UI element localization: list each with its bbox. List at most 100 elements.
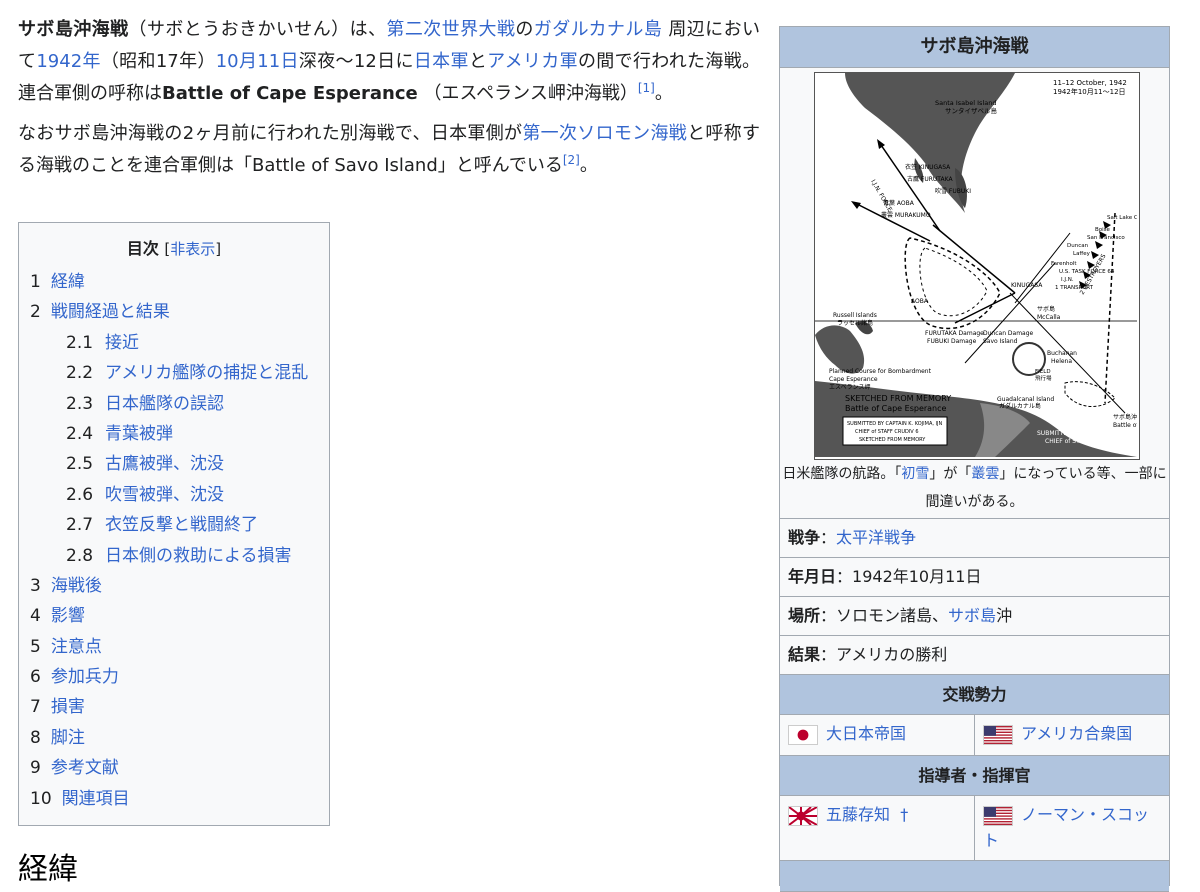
svg-text:SUBMITTED BY CAPTAIN K. KOJIMA: SUBMITTED BY CAPTAIN K. KOJIMA, IJN xyxy=(847,421,942,427)
toc-item[interactable]: 3 海戦後 xyxy=(30,571,320,601)
ref-1[interactable]: [1] xyxy=(638,81,655,95)
toc-item-link[interactable]: 吹雪被弾、沈没 xyxy=(105,485,224,505)
map-label: ラッセル諸島 xyxy=(837,319,873,327)
toc-hide-toggle[interactable]: 非表示 xyxy=(170,240,215,258)
toc-item[interactable]: 6 参加兵力 xyxy=(30,662,320,692)
infobox-row-date: 年月日：1942年10月11日 xyxy=(780,558,1169,597)
infobox-commanders-header: 指導者・指揮官 xyxy=(780,756,1169,796)
toc-item-link[interactable]: 海戦後 xyxy=(51,576,102,596)
map-label: Farenholt xyxy=(1051,261,1077,267)
toc-item-link[interactable]: 注意点 xyxy=(51,637,102,657)
link-savo-island[interactable]: サボ島 xyxy=(948,606,996,625)
toc-item[interactable]: 7 損害 xyxy=(30,692,320,722)
toc-item-number: 4 xyxy=(30,606,41,627)
toc-item-link[interactable]: 参加兵力 xyxy=(51,667,119,687)
link-goto-aritomo[interactable]: 五藤存知 xyxy=(826,805,890,824)
toc-item-link[interactable]: 経緯 xyxy=(51,272,85,292)
map-label: Duncan Damage xyxy=(983,330,1034,337)
link-usa[interactable]: アメリカ合衆国 xyxy=(1021,724,1132,743)
toc-item-number: 1 xyxy=(30,272,41,292)
infobox-title: サボ島沖海戦 xyxy=(780,27,1169,68)
map-label: 吹雪 FUBUKI xyxy=(935,187,971,195)
belligerent-japan: 大日本帝国 xyxy=(780,715,974,755)
toc-item[interactable]: 10 関連項目 xyxy=(30,784,320,814)
link-1942[interactable]: 1942年 xyxy=(36,51,100,72)
toc-item[interactable]: 2.6 吹雪被弾、沈没 xyxy=(30,480,320,510)
map-label: サボ島沖海戦 xyxy=(1113,413,1137,421)
toc-item-number: 5 xyxy=(30,636,41,657)
map-label: Battle of Cape Esperance xyxy=(1113,422,1137,429)
toc-item[interactable]: 8 脚注 xyxy=(30,723,320,753)
map-label: Planned Course for Bombardment xyxy=(829,368,932,375)
toc-item[interactable]: 1 経緯 xyxy=(30,267,320,297)
map-label: サボ島 xyxy=(1037,305,1055,313)
toc-item-number: 6 xyxy=(30,667,41,688)
toc-item-link[interactable]: 古鷹被弾、沈没 xyxy=(105,454,224,474)
map-label: Savo Island xyxy=(983,338,1018,345)
map-label: Salt Lake City xyxy=(1107,215,1137,221)
toc-item[interactable]: 4 影響 xyxy=(30,601,320,631)
svg-text:CHIEF of STAFF CRUDIV 6: CHIEF of STAFF CRUDIV 6 xyxy=(855,429,919,435)
ref-2[interactable]: [2] xyxy=(563,153,580,167)
link-pacific-war[interactable]: 太平洋戦争 xyxy=(836,528,916,547)
link-first-solomon[interactable]: 第一次ソロモン海戦 xyxy=(522,123,687,144)
toc-item-link[interactable]: 戦闘経過と結果 xyxy=(51,302,170,322)
belligerent-usa: アメリカ合衆国 xyxy=(974,715,1169,755)
link-oct11[interactable]: 10月11日 xyxy=(216,51,299,72)
link-japan-army[interactable]: 日本軍 xyxy=(414,51,469,72)
toc-item-number: 2.5 xyxy=(66,454,94,475)
link-guadalcanal[interactable]: ガダルカナル島 xyxy=(534,19,662,40)
toc-item[interactable]: 9 参考文献 xyxy=(30,753,320,783)
toc-item-number: 8 xyxy=(30,727,41,748)
map-label: FUBUKI Damage xyxy=(927,338,977,345)
toc-item-number: 2.4 xyxy=(66,423,94,444)
map-label: Boise xyxy=(1095,227,1111,233)
toc-item[interactable]: 2.4 青葉被弾 xyxy=(30,419,320,449)
map-label: Guadalcanal Island xyxy=(997,396,1054,403)
toc-item-link[interactable]: 関連項目 xyxy=(62,789,130,809)
toc-item[interactable]: 5 注意点 xyxy=(30,632,320,662)
link-hatsuyuki[interactable]: 初雪 xyxy=(901,466,929,482)
map-label: サンタイザベル島 xyxy=(945,106,998,115)
toc-item-number: 2.3 xyxy=(66,393,94,414)
toc-item[interactable]: 2.2 アメリカ艦隊の捕捉と混乱 xyxy=(30,358,320,388)
battle-map-image[interactable]: 11–12 October, 1942 1942年10月11〜12日 Santa… xyxy=(814,72,1140,460)
link-us-army[interactable]: アメリカ軍 xyxy=(487,51,578,72)
toc-item[interactable]: 2 戦闘経過と結果 xyxy=(30,297,320,327)
toc-item[interactable]: 2.1 接近 xyxy=(30,328,320,358)
santa-isabel-shape xyxy=(845,73,1015,213)
section-heading: 経緯 xyxy=(18,852,78,887)
rising-sun-flag-icon xyxy=(788,805,818,826)
japan-flag-icon xyxy=(788,724,818,745)
toc-item[interactable]: 2.5 古鷹被弾、沈没 xyxy=(30,449,320,479)
toc-item-link[interactable]: 脚注 xyxy=(51,728,85,748)
toc-item-link[interactable]: 参考文献 xyxy=(51,758,119,778)
map-label: Duncan xyxy=(1067,243,1089,249)
toc-item-link[interactable]: 接近 xyxy=(105,333,139,353)
map-label: Santa Isabel Island xyxy=(935,99,996,107)
toc-item-link[interactable]: 損害 xyxy=(51,697,85,717)
toc-item-link[interactable]: 日本側の救助による損害 xyxy=(105,546,292,566)
link-ww2[interactable]: 第二次世界大戦 xyxy=(386,19,515,40)
commander-japan: 五藤存知 † xyxy=(780,796,974,860)
toc-item-link[interactable]: 日本艦隊の誤認 xyxy=(105,394,224,414)
map-label: Russell Islands xyxy=(833,312,877,319)
toc-item-link[interactable]: アメリカ艦隊の捕捉と混乱 xyxy=(105,363,308,383)
toc-title: 目次 [非表示] xyxy=(126,239,222,258)
commander-usa: ノーマン・スコット xyxy=(974,796,1169,860)
toc-item-number: 2.7 xyxy=(66,515,94,536)
toc-item-link[interactable]: 衣笠反撃と戦闘終了 xyxy=(105,515,258,535)
link-empire-of-japan[interactable]: 大日本帝国 xyxy=(826,724,906,743)
toc-item-link[interactable]: 青葉被弾 xyxy=(105,424,173,444)
map-label: CHIEF of STAFF CRUDIV 6 xyxy=(1045,438,1121,445)
toc-item[interactable]: 2.3 日本艦隊の誤認 xyxy=(30,389,320,419)
toc-item-link[interactable]: 影響 xyxy=(51,606,85,626)
infobox-belligerents-header: 交戦勢力 xyxy=(780,675,1169,715)
toc-item[interactable]: 2.8 日本側の救助による損害 xyxy=(30,541,320,571)
article-body: サボ島沖海戦（サボとうおきかいせん）は、第二次世界大戦のガダルカナル島 周辺にお… xyxy=(18,14,760,190)
toc-item[interactable]: 2.7 衣笠反撃と戦闘終了 xyxy=(30,510,320,540)
link-murakumo[interactable]: 叢雲 xyxy=(971,466,999,482)
toc-item-number: 2.8 xyxy=(66,545,94,566)
svg-text:SKETCHED FROM MEMORY: SKETCHED FROM MEMORY xyxy=(859,437,926,443)
russell-islands-shape xyxy=(815,325,865,374)
